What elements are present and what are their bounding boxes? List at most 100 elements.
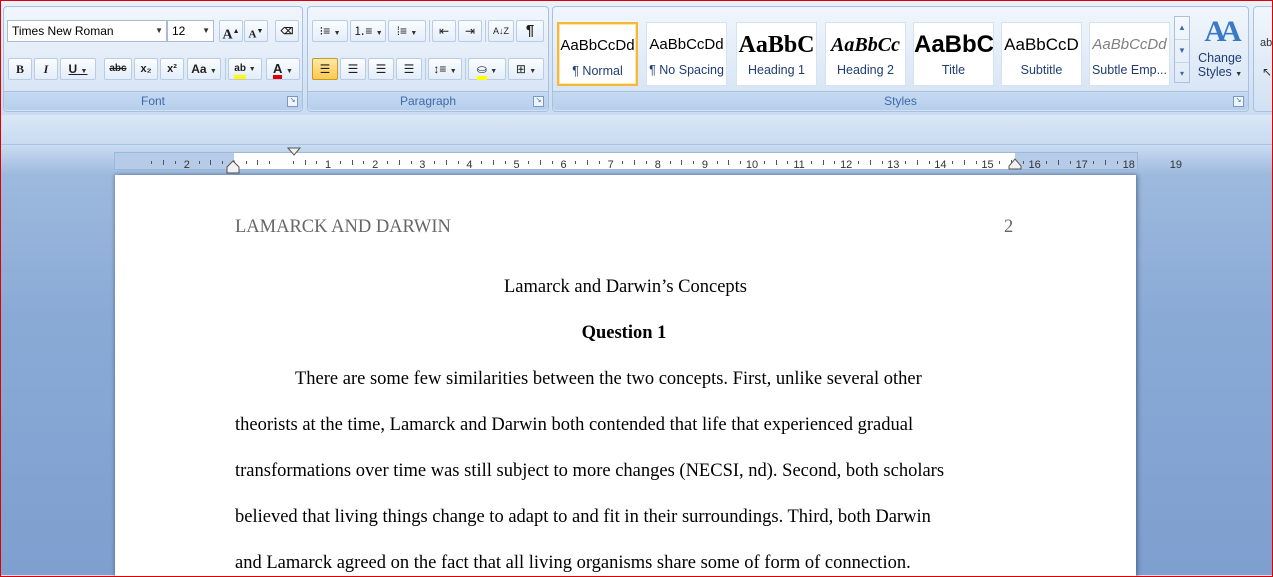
line-spacing-button[interactable]: ↕≡ ▼ (428, 58, 462, 80)
ruler-number: 13 (887, 159, 900, 171)
style-title[interactable]: AaBbC Title (913, 22, 994, 86)
show-formatting-marks-button[interactable]: ¶ (516, 20, 544, 42)
ruler-tick-mark (822, 160, 824, 165)
style-sample: AaBbC (914, 31, 993, 58)
more-icon[interactable]: ▾ (1175, 63, 1189, 85)
highlight-button[interactable]: ab ▼ (228, 58, 262, 80)
style-name: Heading 1 (748, 63, 805, 77)
ruler-tick-mark (434, 161, 436, 164)
styles-dialog-launcher-icon[interactable]: ↘ (1233, 96, 1244, 107)
subscript-button[interactable]: x₂ (134, 58, 158, 80)
ruler-tick-mark (575, 161, 577, 164)
change-styles-label-1: Change (1198, 51, 1242, 65)
align-right-button[interactable]: ☰ (368, 58, 394, 80)
font-dialog-launcher-icon[interactable]: ↘ (287, 96, 298, 107)
grow-font-button[interactable]: A▲ (219, 20, 243, 43)
ruler-tick-mark (398, 160, 400, 165)
change-case-icon: Aa (191, 62, 207, 76)
ruler-tick-mark (646, 161, 648, 164)
align-left-icon: ☰ (319, 62, 331, 76)
clear-formatting-button[interactable]: ⌫ (275, 20, 299, 42)
horizontal-ruler[interactable]: 2112345678910111213141516171819 (114, 152, 1182, 171)
ruler-tick-mark (351, 160, 353, 165)
increase-indent-button[interactable]: ⇥ (458, 20, 482, 42)
shading-button[interactable]: ⛀ ▼ (468, 58, 506, 80)
ruler-tick-mark (363, 161, 365, 164)
bullets-button[interactable]: ⁝≡ ▼ (312, 20, 348, 42)
ruler-number: 7 (607, 159, 614, 171)
italic-icon: I (43, 62, 49, 76)
style-normal[interactable]: AaBbCcDd ¶ Normal (557, 22, 638, 86)
superscript-button[interactable]: x² (160, 58, 184, 80)
font-color-button[interactable]: A ▼ (266, 58, 300, 80)
bullet-list-icon: ⁝≡ (319, 24, 331, 38)
scroll-down-icon[interactable]: ▼ (1175, 40, 1189, 63)
styles-gallery-scroll[interactable]: ▲ ▼ ▾ (1174, 16, 1190, 83)
ruler-tick-mark (881, 161, 883, 164)
align-center-button[interactable]: ☰ (340, 58, 366, 80)
style-sample: AaBbCcDd (649, 36, 724, 53)
paragraph-group: ⁝≡ ▼ ⒈≡ ▼ ⁞≡ ▼ ⇤ ⇥ A↓Z ¶ ☰ ☰ ☰ ☰ ↕≡ ▼ ⛀ … (307, 6, 549, 112)
scroll-up-icon[interactable]: ▲ (1175, 17, 1189, 40)
ruler-number: 2 (183, 159, 190, 171)
sort-button[interactable]: A↓Z (488, 20, 514, 42)
highlighter-icon: ab (234, 63, 246, 79)
style-sample: AaBbCcD (1004, 35, 1079, 54)
shrink-font-button[interactable]: A▼ (244, 20, 268, 42)
decrease-indent-icon: ⇤ (438, 24, 450, 38)
paragraph-dialog-launcher-icon[interactable]: ↘ (533, 96, 544, 107)
ruler-number: 8 (654, 159, 661, 171)
document-page[interactable]: LAMARCK AND DARWIN 2 Lamarck and Darwin’… (115, 175, 1136, 577)
strikethrough-button[interactable]: abc (104, 58, 132, 80)
numbering-button[interactable]: ⒈≡ ▼ (350, 20, 386, 42)
ruler-number: 15 (981, 159, 994, 171)
ruler-tick-mark (540, 160, 542, 165)
ruler-tick-mark (1093, 161, 1095, 164)
first-line-indent-marker-icon[interactable] (287, 147, 301, 157)
borders-button[interactable]: ⊞ ▼ (508, 58, 544, 80)
bold-button[interactable]: B (8, 58, 32, 80)
font-size-combo[interactable]: 12 ▼ (167, 20, 214, 42)
right-indent-marker-icon[interactable] (1008, 158, 1022, 170)
align-center-icon: ☰ (347, 62, 359, 76)
ruler-number: 6 (560, 159, 567, 171)
italic-button[interactable]: I (34, 58, 58, 80)
multilevel-list-button[interactable]: ⁞≡ ▼ (388, 20, 426, 42)
ruler-tick-mark (975, 161, 977, 164)
font-name-combo[interactable]: Times New Roman ▼ (7, 20, 167, 42)
increase-indent-icon: ⇥ (464, 24, 476, 38)
style-subtitle[interactable]: AaBbCcD Subtitle (1001, 22, 1082, 86)
ruler-number: 10 (745, 159, 759, 171)
justify-button[interactable]: ☰ (396, 58, 422, 80)
ruler-tick-mark (905, 161, 907, 164)
ruler-tick-mark (292, 161, 294, 164)
style-no-spacing[interactable]: AaBbCcDd ¶ No Spacing (646, 22, 727, 86)
change-styles-icon: AA (1204, 15, 1241, 48)
ruler-tick-mark (1022, 161, 1024, 164)
select-cursor-icon[interactable]: ↖ (1262, 65, 1272, 79)
superscript-icon: x² (167, 63, 177, 75)
left-indent-marker-icon[interactable] (226, 160, 240, 174)
ruler-tick-mark (316, 161, 318, 164)
style-heading-1[interactable]: AaBbC Heading 1 (736, 22, 817, 86)
ruler-number: 9 (701, 159, 708, 171)
ruler-number: 5 (513, 159, 520, 171)
decrease-indent-button[interactable]: ⇤ (432, 20, 456, 42)
grow-font-icon: A (222, 27, 233, 43)
ruler-number: 3 (419, 159, 426, 171)
editing-group: ab ↖ (1253, 6, 1273, 112)
underline-button[interactable]: U ▼ (60, 58, 96, 80)
ruler-tick-mark (1069, 161, 1071, 164)
chevron-down-icon: ▼ (375, 30, 383, 37)
style-heading-2[interactable]: AaBbCc Heading 2 (825, 22, 906, 86)
align-left-button[interactable]: ☰ (312, 58, 338, 80)
change-styles-button[interactable]: AA Change Styles ▼ (1194, 13, 1246, 93)
find-icon[interactable]: ab (1260, 37, 1272, 49)
ruler-tick-mark (693, 161, 695, 164)
ruler-tick-mark (857, 161, 859, 164)
border-icon: ⊞ (515, 62, 526, 76)
change-case-button[interactable]: Aa ▼ (187, 58, 221, 80)
ruler-tick-mark (457, 161, 459, 164)
style-subtle-emphasis[interactable]: AaBbCcDd Subtle Emp... (1089, 22, 1170, 86)
change-styles-label-2-wrap: Styles ▼ (1194, 65, 1246, 79)
